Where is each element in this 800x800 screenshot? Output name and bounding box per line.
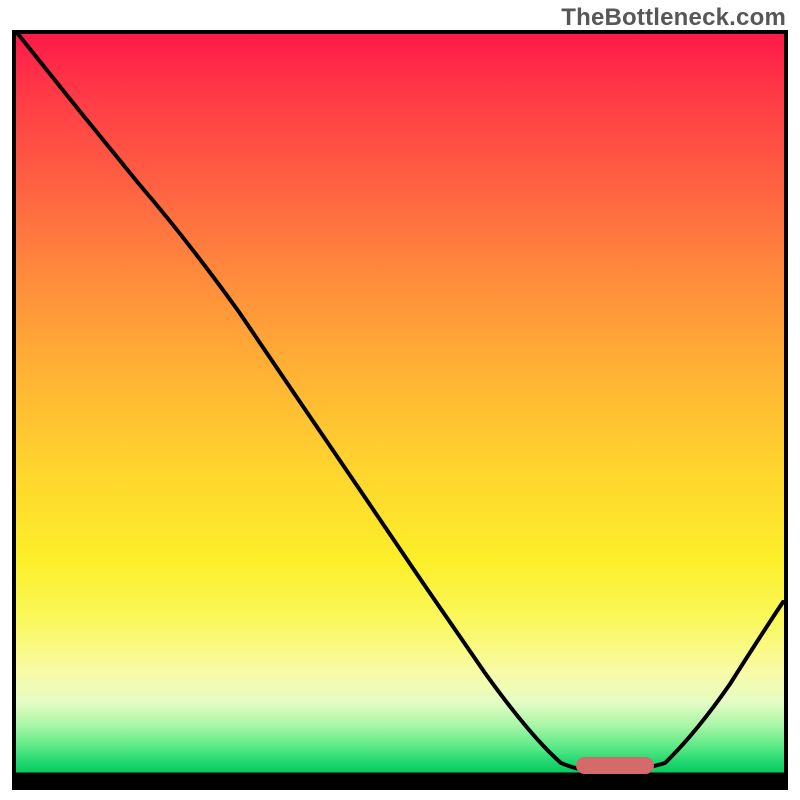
attribution-text: TheBottleneck.com bbox=[561, 4, 786, 32]
chart-frame bbox=[12, 30, 788, 790]
heat-gradient-background bbox=[16, 34, 784, 786]
optimal-region-marker bbox=[576, 757, 654, 774]
